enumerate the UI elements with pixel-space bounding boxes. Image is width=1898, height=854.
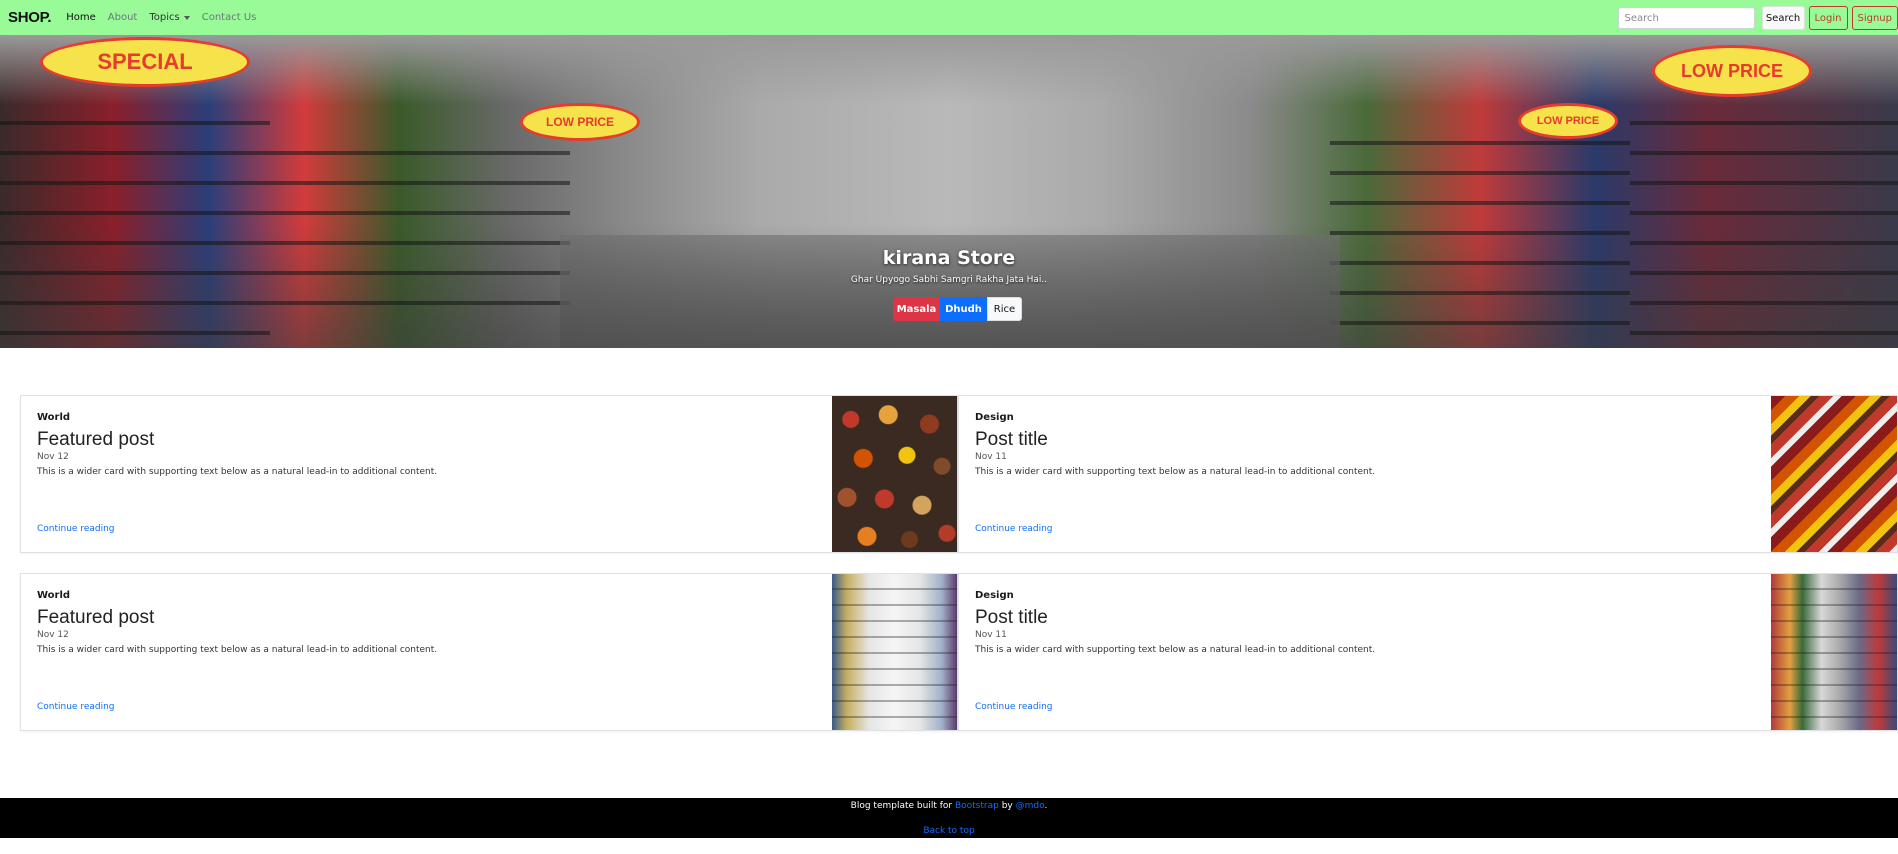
card-body: Design Post title Nov 11 This is a wider…: [975, 590, 1375, 655]
card-text: This is a wider card with supporting tex…: [37, 467, 438, 477]
mdo-link[interactable]: @mdo: [1016, 801, 1045, 811]
brand-logo[interactable]: SHOP.: [8, 9, 52, 26]
low-price-sign-text: LOW PRICE: [546, 115, 614, 129]
rice-button[interactable]: Rice: [987, 297, 1022, 321]
card-category: World: [37, 412, 71, 423]
back-to-top-link[interactable]: Back to top: [923, 826, 974, 836]
card-category: Design: [975, 590, 1014, 601]
post-card-3: World Featured post Nov 12 This is a wid…: [20, 573, 958, 731]
bootstrap-link[interactable]: Bootstrap: [955, 801, 999, 811]
continue-reading-link[interactable]: Continue reading: [37, 702, 115, 712]
card-title: Featured post: [37, 607, 155, 628]
special-sign: SPECIAL: [40, 37, 250, 87]
hero-shelf-right-2: [1630, 95, 1898, 345]
signup-button[interactable]: Signup: [1851, 6, 1898, 30]
hero-subtitle: Ghar Upyogo Sabhi Samgri Rakha Jata Hai.…: [850, 275, 1048, 285]
continue-reading-link[interactable]: Continue reading: [975, 702, 1053, 712]
low-price-sign-far-right-text: LOW PRICE: [1681, 60, 1783, 81]
card-body: World Featured post Nov 12 This is a wid…: [37, 412, 437, 477]
continue-reading-link[interactable]: Continue reading: [975, 524, 1053, 534]
login-button[interactable]: Login: [1808, 6, 1848, 30]
hero-button-group: Masala Dhudh Rice: [893, 297, 1022, 321]
card-category: World: [37, 590, 71, 601]
card-image-spice-market: [1771, 396, 1897, 552]
search-input[interactable]: [1617, 7, 1755, 29]
navbar: SHOP. Home About Topics Contact Us Searc…: [0, 0, 1898, 35]
card-title: Featured post: [37, 429, 155, 450]
hero-ceiling: [0, 35, 1898, 105]
footer-text-end: .: [1044, 801, 1048, 811]
search-button[interactable]: Search: [1761, 6, 1805, 30]
footer-text-by: by: [998, 801, 1016, 811]
continue-reading-link[interactable]: Continue reading: [37, 524, 115, 534]
hero-shelf-left-2: [270, 125, 570, 325]
card-image-aisle: [832, 574, 957, 730]
nav-links: Home About Topics Contact Us: [66, 12, 268, 23]
post-card-2: Design Post title Nov 11 This is a wider…: [958, 395, 1898, 553]
card-body: World Featured post Nov 12 This is a wid…: [37, 590, 437, 655]
card-date: Nov 11: [975, 630, 1007, 640]
post-card-1: World Featured post Nov 12 This is a wid…: [20, 395, 958, 553]
special-sign-text: SPECIAL: [97, 49, 193, 74]
footer-credit: Blog template built for Bootstrap by @md…: [0, 801, 1898, 811]
low-price-sign: LOW PRICE: [520, 103, 640, 141]
post-card-4: Design Post title Nov 11 This is a wider…: [958, 573, 1898, 731]
nav-link-about[interactable]: About: [108, 12, 138, 23]
card-text: This is a wider card with supporting tex…: [37, 645, 438, 655]
nav-link-topics[interactable]: Topics: [149, 12, 190, 23]
nav-link-contact[interactable]: Contact Us: [202, 12, 257, 23]
masala-button[interactable]: Masala: [893, 297, 940, 321]
card-text: This is a wider card with supporting tex…: [975, 645, 1376, 655]
aisle-shelves: [1771, 574, 1897, 730]
caret-down-icon: [183, 15, 190, 20]
nav-link-topics-label: Topics: [149, 12, 180, 23]
card-title: Post title: [975, 607, 1048, 628]
card-date: Nov 12: [37, 630, 69, 640]
aisle-shelves: [832, 574, 957, 730]
hero-banner: SPECIAL LOW PRICE LOW PRICE LOW PRICE ki…: [0, 35, 1898, 348]
card-text: This is a wider card with supporting tex…: [975, 467, 1376, 477]
dhudh-button[interactable]: Dhudh: [940, 297, 987, 321]
card-date: Nov 12: [37, 452, 69, 462]
footer: Blog template built for Bootstrap by @md…: [0, 798, 1898, 838]
low-price-sign-far-right: LOW PRICE: [1652, 45, 1812, 97]
card-title: Post title: [975, 429, 1048, 450]
card-body: Design Post title Nov 11 This is a wider…: [975, 412, 1375, 477]
card-category: Design: [975, 412, 1014, 423]
low-price-sign-right: LOW PRICE: [1518, 103, 1618, 139]
card-date: Nov 11: [975, 452, 1007, 462]
card-image-store-aisle: [1771, 574, 1897, 730]
card-image-spices: [832, 396, 957, 552]
hero-shelf-left: [0, 95, 270, 345]
hero-shelf-right: [1330, 115, 1630, 325]
footer-back-to-top: Back to top: [0, 826, 1898, 836]
nav-link-home[interactable]: Home: [66, 12, 96, 23]
footer-text: Blog template built for: [850, 801, 955, 811]
low-price-sign-right-text: LOW PRICE: [1536, 115, 1600, 127]
nav-right: Search Login Signup: [1617, 6, 1898, 30]
hero-title: kirana Store: [882, 247, 1016, 269]
